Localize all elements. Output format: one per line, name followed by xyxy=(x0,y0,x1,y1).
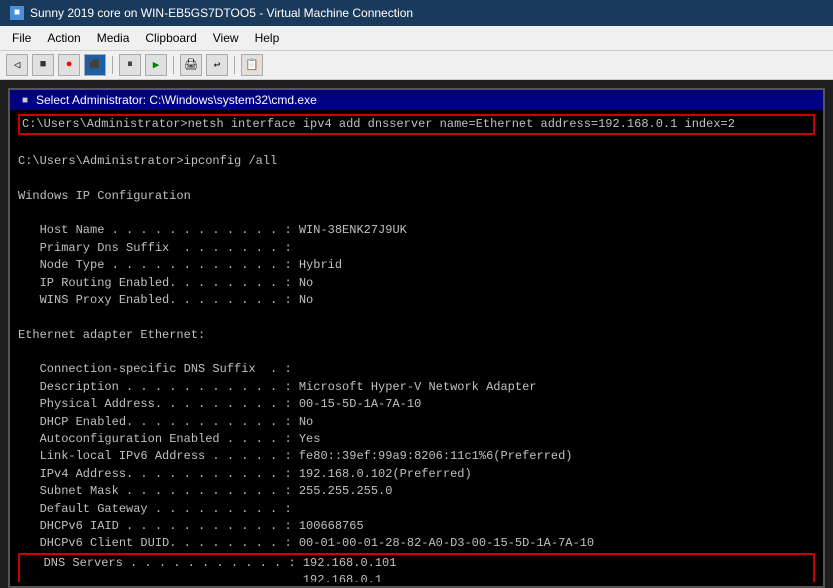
menu-view[interactable]: View xyxy=(205,28,247,48)
wins-proxy: WINS Proxy Enabled. . . . . . . . : No xyxy=(18,292,815,309)
physical-addr: Physical Address. . . . . . . . . : 00-1… xyxy=(18,396,815,413)
title-bar: ■ Sunny 2019 core on WIN-EB5GS7DTOO5 - V… xyxy=(0,0,833,26)
subnet-mask: Subnet Mask . . . . . . . . . . . : 255.… xyxy=(18,483,815,500)
blank-line-3 xyxy=(18,205,815,222)
cmd-titlebar-text: Select Administrator: C:\Windows\system3… xyxy=(36,93,317,107)
title-bar-text: Sunny 2019 core on WIN-EB5GS7DTOO5 - Vir… xyxy=(30,6,823,20)
netsh-command: netsh interface ipv4 add dnsserver name=… xyxy=(188,117,735,131)
default-gateway: Default Gateway . . . . . . . . . : xyxy=(18,501,815,518)
node-type: Node Type . . . . . . . . . . . . : Hybr… xyxy=(18,257,815,274)
host-name: Host Name . . . . . . . . . . . . : WIN-… xyxy=(18,222,815,239)
dhcpv6-duid: DHCPv6 Client DUID. . . . . . . . : 00-0… xyxy=(18,535,815,552)
menu-clipboard[interactable]: Clipboard xyxy=(137,28,204,48)
menu-action[interactable]: Action xyxy=(39,28,88,48)
toolbar-stop-btn[interactable]: ■ xyxy=(32,54,54,76)
netsh-command-line: C:\Users\Administrator>netsh interface i… xyxy=(18,114,815,135)
ip-routing: IP Routing Enabled. . . . . . . . : No xyxy=(18,275,815,292)
toolbar-back-btn[interactable]: ◁ xyxy=(6,54,28,76)
ipv6-addr: Link-local IPv6 Address . . . . . : fe80… xyxy=(18,448,815,465)
toolbar-icon-blue[interactable]: ⬛ xyxy=(84,54,106,76)
menu-file[interactable]: File xyxy=(4,28,39,48)
toolbar-clipboard-btn[interactable]: 📋 xyxy=(241,54,263,76)
conn-dns-suffix: Connection-specific DNS Suffix . : xyxy=(18,361,815,378)
menu-media[interactable]: Media xyxy=(89,28,138,48)
ethernet-adapter: Ethernet adapter Ethernet: xyxy=(18,327,815,344)
vm-content-area: ■ Select Administrator: C:\Windows\syste… xyxy=(8,88,825,588)
win-ip-config: Windows IP Configuration xyxy=(18,188,815,205)
cmd-icon: ■ xyxy=(18,93,32,107)
cmd-titlebar: ■ Select Administrator: C:\Windows\syste… xyxy=(10,90,823,110)
blank-line-4 xyxy=(18,309,815,326)
autoconfig: Autoconfiguration Enabled . . . . : Yes xyxy=(18,431,815,448)
blank-line-1 xyxy=(18,135,815,152)
dns-servers-block: DNS Servers . . . . . . . . . . . : 192.… xyxy=(18,553,815,582)
toolbar-record-btn[interactable]: ● xyxy=(58,54,80,76)
toolbar: ◁ ■ ● ⬛ ⏸ ▶ 🖨 ↩ 📋 xyxy=(0,51,833,80)
primary-dns-suffix: Primary Dns Suffix . . . . . . . : xyxy=(18,240,815,257)
dhcpv6-iaid: DHCPv6 IAID . . . . . . . . . . . : 1006… xyxy=(18,518,815,535)
blank-line-5 xyxy=(18,344,815,361)
toolbar-play-btn[interactable]: ▶ xyxy=(145,54,167,76)
menu-help[interactable]: Help xyxy=(247,28,288,48)
ipv4-addr: IPv4 Address. . . . . . . . . . . : 192.… xyxy=(18,466,815,483)
vm-icon: ■ xyxy=(10,6,24,20)
toolbar-print-btn[interactable]: 🖨 xyxy=(180,54,202,76)
blank-line-2 xyxy=(18,170,815,187)
terminal[interactable]: C:\Users\Administrator>netsh interface i… xyxy=(10,110,823,582)
description: Description . . . . . . . . . . . : Micr… xyxy=(18,379,815,396)
menu-bar: File Action Media Clipboard View Help xyxy=(0,26,833,51)
toolbar-sep2 xyxy=(173,56,174,74)
ipconfig-line: C:\Users\Administrator>ipconfig /all xyxy=(18,153,815,170)
toolbar-undo-btn[interactable]: ↩ xyxy=(206,54,228,76)
toolbar-sep3 xyxy=(234,56,235,74)
toolbar-pause-btn[interactable]: ⏸ xyxy=(119,54,141,76)
toolbar-sep1 xyxy=(112,56,113,74)
dhcp-enabled: DHCP Enabled. . . . . . . . . . . : No xyxy=(18,414,815,431)
prompt-1: C:\Users\Administrator> xyxy=(22,117,188,131)
